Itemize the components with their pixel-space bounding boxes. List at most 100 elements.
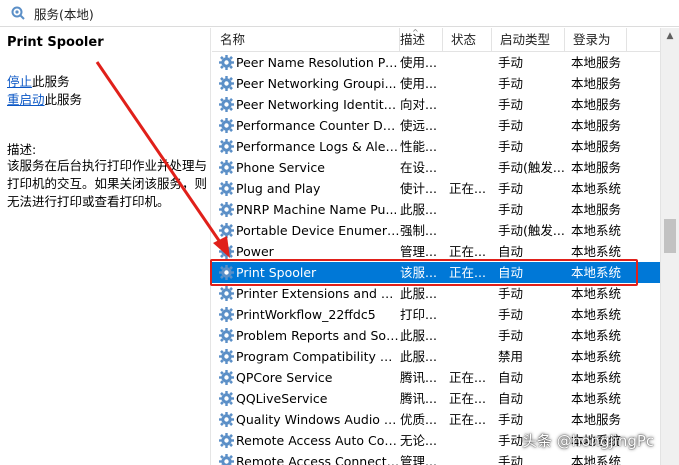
table-row[interactable]: Portable Device Enumera... 强制... 手动(触发... 本… xyxy=(212,220,660,241)
service-gear-icon xyxy=(219,454,234,465)
service-startup-type: 手动(触发... xyxy=(498,160,565,175)
service-name: QQLiveService xyxy=(236,391,328,406)
table-row[interactable]: Peer Networking Groupi... 使用... 手动 本地服务 xyxy=(212,73,660,94)
service-logon: 本地系统 xyxy=(571,286,622,301)
service-gear-icon xyxy=(219,181,234,196)
service-startup-type: 手动 xyxy=(498,97,524,112)
table-row[interactable]: Remote Access Connecti... 管理... 手动 本地系统 xyxy=(212,451,660,465)
service-status: 正在... xyxy=(449,391,486,406)
service-gear-icon xyxy=(219,286,234,301)
table-row-selected[interactable]: Print Spooler 该服... 正在... 自动 本地系统 xyxy=(212,262,660,283)
service-status: 正在... xyxy=(449,181,486,196)
description-label: 描述: xyxy=(7,142,37,157)
table-row[interactable]: Performance Logs & Aler... 性能... 手动 本地服务 xyxy=(212,136,660,157)
table-row[interactable]: Peer Networking Identity... 向对... 手动 本地服务 xyxy=(212,94,660,115)
service-description-cell: 无论... xyxy=(400,433,437,448)
service-logon: 本地系统 xyxy=(571,244,622,259)
table-row[interactable]: Plug and Play 使计... 正在... 手动 本地系统 xyxy=(212,178,660,199)
table-row[interactable]: PNRP Machine Name Pu... 此服... 手动 本地服务 xyxy=(212,199,660,220)
service-logon: 本地服务 xyxy=(571,55,622,70)
service-description: 该服务在后台执行打印作业并处理与 打印机的交互。如果关闭该服务，则 无法进行打印… xyxy=(7,157,207,211)
table-row[interactable]: Phone Service 在设... 手动(触发... 本地服务 xyxy=(212,157,660,178)
service-name: Print Spooler xyxy=(236,265,317,280)
service-logon: 本地服务 xyxy=(571,202,622,217)
service-status xyxy=(449,304,495,325)
column-header-startup-type[interactable]: 启动类型 xyxy=(492,28,565,52)
service-startup-type: 手动 xyxy=(498,76,524,91)
service-status xyxy=(449,115,495,136)
column-header-logon[interactable]: 登录为 xyxy=(565,28,627,52)
service-startup-type: 手动 xyxy=(498,286,524,301)
service-gear-icon xyxy=(219,244,234,259)
scroll-up-arrow-icon[interactable]: ▲ xyxy=(661,28,679,45)
service-name: Peer Networking Identity... xyxy=(236,97,400,112)
table-row[interactable]: Peer Name Resolution Pr... 使用... 手动 本地服务 xyxy=(212,52,660,73)
vertical-scrollbar[interactable]: ▲ xyxy=(660,28,679,465)
service-startup-type: 自动 xyxy=(498,265,524,280)
service-description-cell: 打印... xyxy=(400,307,437,322)
service-gear-icon xyxy=(219,370,234,385)
service-gear-icon xyxy=(219,118,234,133)
service-status xyxy=(449,346,495,367)
service-startup-type: 手动 xyxy=(498,454,524,465)
service-description-cell: 使远... xyxy=(400,118,437,133)
table-row[interactable]: Printer Extensions and N... 此服... 手动 本地系统 xyxy=(212,283,660,304)
service-status xyxy=(449,73,495,94)
service-description-cell: 向对... xyxy=(400,97,437,112)
scroll-thumb[interactable] xyxy=(664,219,676,253)
service-startup-type: 手动(触发... xyxy=(498,223,565,238)
service-gear-icon xyxy=(219,97,234,112)
service-status: 正在... xyxy=(449,412,486,427)
service-startup-type: 手动 xyxy=(498,118,524,133)
service-logon: 本地系统 xyxy=(571,223,622,238)
service-name: Printer Extensions and N... xyxy=(236,286,400,301)
service-description-cell: 此服... xyxy=(400,349,437,364)
table-row[interactable]: Problem Reports and Sol... 此服... 手动 本地系统 xyxy=(212,325,660,346)
table-row[interactable]: QPCore Service 腾讯... 正在... 自动 本地系统 xyxy=(212,367,660,388)
service-description-cell: 使计... xyxy=(400,181,437,196)
service-logon: 本地服务 xyxy=(571,412,622,427)
stop-link-suffix: 此服务 xyxy=(32,74,70,89)
service-name: PrintWorkflow_22ffdc5 xyxy=(236,307,376,322)
service-description-cell: 优质... xyxy=(400,412,437,427)
service-gear-icon xyxy=(219,55,234,70)
service-gear-icon xyxy=(219,412,234,427)
description-line: 该服务在后台执行打印作业并处理与 xyxy=(7,158,208,173)
service-logon: 本地系统 xyxy=(571,265,622,280)
column-header-status[interactable]: 状态 xyxy=(443,28,492,52)
table-row[interactable]: PrintWorkflow_22ffdc5 打印... 手动 本地系统 xyxy=(212,304,660,325)
services-table: 名称 描述 状态 启动类型 登录为 ^ Peer Name Resolution… xyxy=(212,28,660,465)
service-status: 正在... xyxy=(449,244,486,259)
service-logon: 本地服务 xyxy=(571,139,622,154)
service-logon: 本地系统 xyxy=(571,181,622,196)
column-header-name[interactable]: 名称 xyxy=(212,28,400,52)
watermark: 头条 @hongjingPc xyxy=(522,432,655,450)
service-status xyxy=(449,325,495,346)
service-name: Peer Name Resolution Pr... xyxy=(236,55,400,70)
table-row[interactable]: Performance Counter DL... 使远... 手动 本地服务 xyxy=(212,115,660,136)
service-status xyxy=(449,220,495,241)
table-row[interactable]: QQLiveService 腾讯... 正在... 自动 本地系统 xyxy=(212,388,660,409)
service-logon: 本地服务 xyxy=(571,118,622,133)
table-row[interactable]: Quality Windows Audio V... 优质... 正在... 手动 本地… xyxy=(212,409,660,430)
restart-service-link[interactable]: 重启动 xyxy=(7,92,45,107)
sort-ascending-icon: ^ xyxy=(412,28,419,37)
service-gear-icon xyxy=(219,349,234,364)
service-description-cell: 腾讯... xyxy=(400,370,437,385)
service-name: Problem Reports and Sol... xyxy=(236,328,400,343)
service-name: Performance Logs & Aler... xyxy=(236,139,400,154)
service-description-cell: 此服... xyxy=(400,328,437,343)
service-startup-type: 手动 xyxy=(498,412,524,427)
table-row[interactable]: Program Compatibility A... 此服... 禁用 本地系统 xyxy=(212,346,660,367)
service-name: Performance Counter DL... xyxy=(236,118,400,133)
table-header: 名称 描述 状态 启动类型 登录为 ^ xyxy=(212,28,660,52)
service-name: Program Compatibility A... xyxy=(236,349,400,364)
service-startup-type: 手动 xyxy=(498,307,524,322)
service-description-cell: 此服... xyxy=(400,202,437,217)
service-logon: 本地系统 xyxy=(571,454,622,465)
service-status xyxy=(449,157,495,178)
table-row[interactable]: Power 管理... 正在... 自动 本地系统 xyxy=(212,241,660,262)
stop-service-link[interactable]: 停止 xyxy=(7,74,32,89)
restart-link-suffix: 此服务 xyxy=(44,92,83,107)
service-description-cell: 此服... xyxy=(400,286,437,301)
